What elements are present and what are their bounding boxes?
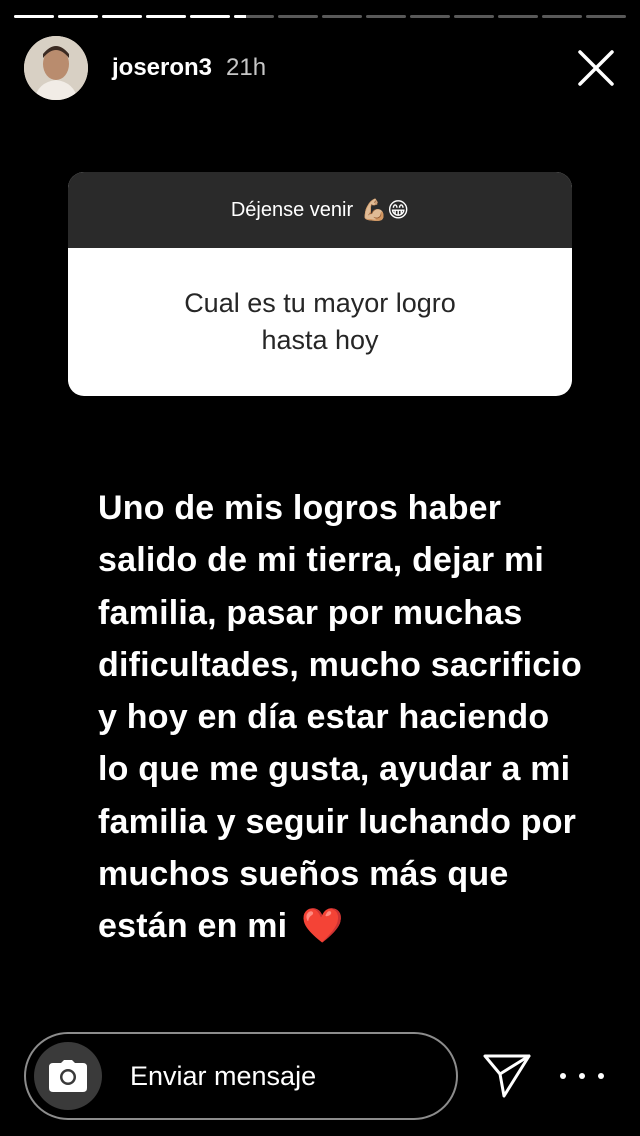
answer-text: Uno de mis logros haber salido de mi tie… — [98, 489, 583, 946]
send-icon — [483, 1054, 531, 1098]
progress-segment-fill — [102, 15, 142, 18]
more-icon-dot — [598, 1073, 604, 1079]
story-progress-bar — [14, 15, 626, 19]
more-icon — [560, 1073, 566, 1079]
question-sticker[interactable]: Déjense venir 💪🏼😁 Cual es tu mayor logro… — [68, 172, 572, 396]
username[interactable]: joseron3 — [112, 54, 212, 82]
progress-segment — [366, 15, 406, 18]
question-sticker-body: Cual es tu mayor logro hasta hoy — [68, 248, 572, 396]
progress-segment — [454, 15, 494, 18]
progress-segment — [102, 15, 142, 18]
progress-segment-fill — [58, 15, 98, 18]
story-header: joseron3 21h — [24, 36, 616, 100]
question-sticker-header: Déjense venir 💪🏼😁 — [68, 172, 572, 248]
camera-icon — [49, 1060, 87, 1092]
progress-segment — [322, 15, 362, 18]
progress-segment-fill — [14, 15, 54, 18]
progress-segment — [14, 15, 54, 18]
progress-segment — [190, 15, 230, 18]
message-placeholder: Enviar mensaje — [130, 1060, 317, 1091]
progress-segment-fill — [190, 15, 230, 18]
progress-segment — [410, 15, 450, 18]
post-time: 21h — [226, 54, 267, 81]
prompt-emoji: 💪🏼😁 — [361, 198, 410, 222]
progress-segment — [498, 15, 538, 18]
camera-button[interactable] — [34, 1042, 102, 1110]
message-input[interactable]: Enviar mensaje — [24, 1032, 458, 1120]
progress-segment — [586, 15, 626, 18]
more-icon-dot — [579, 1073, 585, 1079]
heart-emoji: ❤️ — [300, 907, 344, 946]
progress-segment-fill — [234, 15, 246, 18]
answer-text-block: Uno de mis logros haber salido de mi tie… — [98, 482, 588, 953]
avatar[interactable] — [24, 36, 88, 100]
progress-segment — [58, 15, 98, 18]
more-options-button[interactable] — [560, 1062, 604, 1090]
story-footer: Enviar mensaje — [24, 1032, 620, 1120]
close-button[interactable] — [576, 48, 616, 88]
question-prompt: Déjense venir — [230, 198, 354, 221]
progress-segment — [278, 15, 318, 18]
progress-segment — [146, 15, 186, 18]
progress-segment-fill — [146, 15, 186, 18]
progress-segment — [234, 15, 274, 18]
send-button[interactable] — [482, 1052, 532, 1100]
progress-segment — [542, 15, 582, 18]
close-icon — [578, 50, 614, 86]
question-text: Cual es tu mayor logro hasta hoy — [184, 288, 456, 355]
